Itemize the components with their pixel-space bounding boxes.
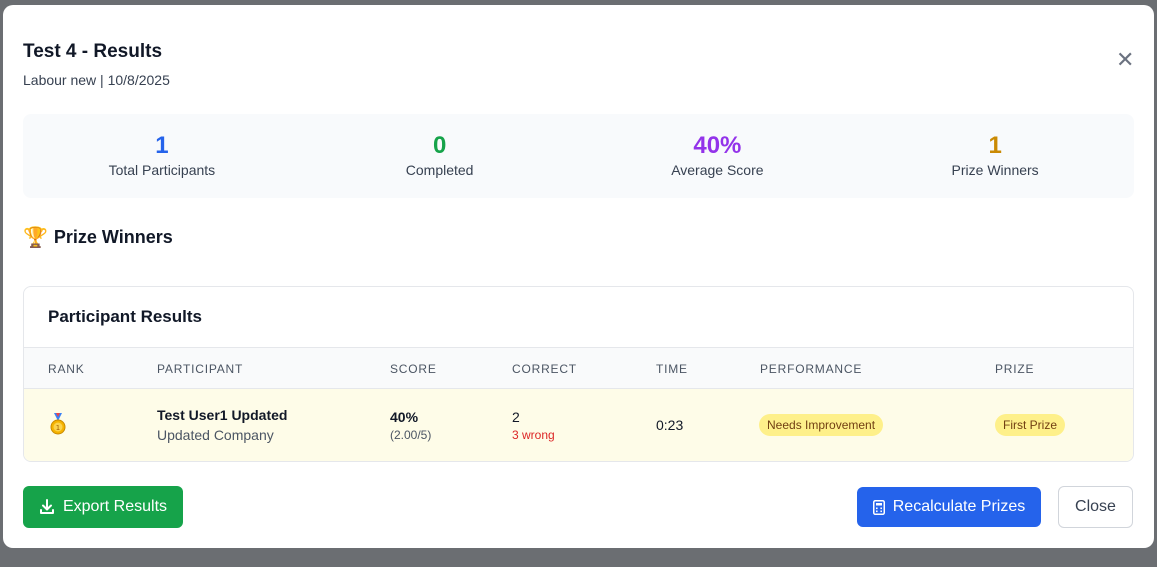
recalculate-prizes-label: Recalculate Prizes — [892, 498, 1026, 515]
download-icon — [39, 499, 55, 515]
export-results-button[interactable]: Export Results — [23, 486, 183, 528]
stat-average-score: 40% Average Score — [579, 114, 857, 198]
column-header-prize: PRIZE — [995, 362, 1035, 376]
svg-text:1: 1 — [56, 424, 60, 432]
stat-label: Prize Winners — [951, 162, 1039, 178]
stat-value: 1 — [155, 132, 169, 159]
stat-completed: 0 Completed — [301, 114, 579, 198]
time-value: 0:23 — [656, 417, 684, 433]
modal-title: Test 4 - Results — [23, 41, 163, 62]
participant-results-title: Participant Results — [24, 287, 1133, 348]
column-header-score: SCORE — [390, 362, 437, 376]
stat-value: 1 — [988, 132, 1002, 159]
stat-value: 0 — [432, 132, 447, 159]
stat-label: Total Participants — [108, 162, 216, 178]
prize-winners-title: Prize Winners — [53, 227, 173, 247]
stat-label: Completed — [405, 162, 474, 178]
column-header-participant: PARTICIPANT — [157, 362, 244, 376]
stat-total-participants: 1 Total Participants — [23, 114, 301, 198]
column-header-correct: CORRECT — [512, 362, 577, 376]
recalculate-prizes-button[interactable]: Recalculate Prizes — [857, 487, 1041, 527]
prize-winners-heading: 🏆 Prize Winners — [23, 225, 173, 250]
correct-count: 2 — [512, 409, 520, 425]
stat-label: Average Score — [671, 162, 764, 178]
close-button[interactable]: Close — [1058, 486, 1133, 528]
medal-icon: 1 — [48, 413, 68, 435]
participant-results-card: Participant Results RANK PARTICIPANT SCO… — [23, 286, 1134, 462]
stat-value: 40% — [693, 132, 742, 159]
stat-prize-winners: 1 Prize Winners — [856, 114, 1134, 198]
participant-name: Test User1 Updated — [157, 407, 288, 423]
export-results-label: Export Results — [62, 498, 168, 515]
modal-header: Test 4 - Results Labour new | 10/8/2025 — [23, 41, 170, 88]
table-header: RANK PARTICIPANT SCORE CORRECT TIME PERF… — [24, 348, 1133, 389]
trophy-icon: 🏆 — [23, 227, 48, 249]
participant-company: Updated Company — [157, 427, 274, 443]
close-icon[interactable]: ✕ — [1116, 49, 1134, 71]
stats-panel: 1 Total Participants 0 Completed 40% Ave… — [23, 114, 1134, 198]
performance-badge: Needs Improvement — [759, 414, 884, 436]
score-detail: (2.00/5) — [390, 428, 432, 442]
score-value: 40% — [390, 409, 419, 425]
prize-badge: First Prize — [995, 414, 1065, 436]
table-row[interactable]: 1 Test User1 Updated Updated Company 40%… — [24, 389, 1133, 461]
column-header-rank: RANK — [48, 362, 85, 376]
results-modal: Test 4 - Results Labour new | 10/8/2025 … — [3, 5, 1154, 548]
column-header-performance: PERFORMANCE — [760, 362, 863, 376]
column-header-time: TIME — [656, 362, 688, 376]
modal-subtitle: Labour new | 10/8/2025 — [23, 72, 170, 88]
calculator-icon — [872, 499, 885, 515]
wrong-count: 3 wrong — [512, 428, 555, 442]
